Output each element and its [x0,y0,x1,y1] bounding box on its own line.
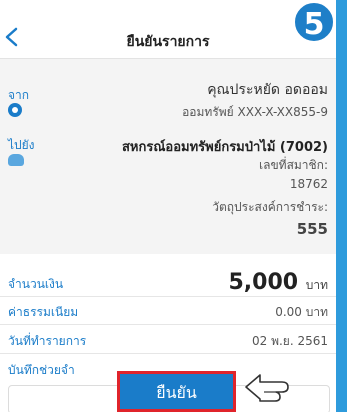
divider [0,324,336,325]
app-screen: ยืนยันรายการ จาก คุณประหยัด อดออม ออมทรั… [0,0,336,412]
pointer-hand-icon [245,374,289,402]
header-bar: ยืนยันรายการ [0,0,336,59]
member-number: 18762 [289,177,328,191]
amount-unit: บาท [305,278,328,292]
bank-account-icon [8,103,22,117]
page-title: ยืนยันรายการ [126,34,210,50]
purpose-label: วัตถุประสงค์การชำระ: [212,200,328,214]
from-name: คุณประหยัด อดออม [207,82,328,98]
confirm-button[interactable]: ยืนยัน [117,371,236,412]
memo-label: บันทึกช่วยจำ [8,363,75,377]
member-label: เลขที่สมาชิก: [259,158,328,172]
from-account: ออมทรัพย์ XXX-X-XX855-9 [182,105,328,119]
date-value: 02 พ.ย. 2561 [251,334,328,348]
to-label: ไปยัง [8,138,35,152]
to-name: สหกรณ์ออมทรัพย์กรมป่าไม้ (7002) [121,140,328,155]
transfer-parties-section: จาก คุณประหยัด อดออม ออมทรัพย์ XXX-X-XX8… [0,59,336,254]
amount-display: 5,000 บาท [228,270,328,295]
date-label: วันที่ทำรายการ [8,334,87,348]
device-frame: ยืนยันรายการ จาก คุณประหยัด อดออม ออมทรั… [0,0,347,412]
fee-label: ค่าธรรมเนียม [8,305,79,319]
fee-value: 0.00 บาท [275,305,328,319]
from-label: จาก [8,88,30,102]
cooperative-logo-icon [8,154,24,166]
amount-label: จำนวนเงิน [8,277,64,291]
step-number-badge: 5 [292,0,336,44]
amount-value: 5,000 [228,270,299,295]
divider [0,296,336,297]
divider [0,353,336,354]
purpose-value: 555 [296,220,328,238]
